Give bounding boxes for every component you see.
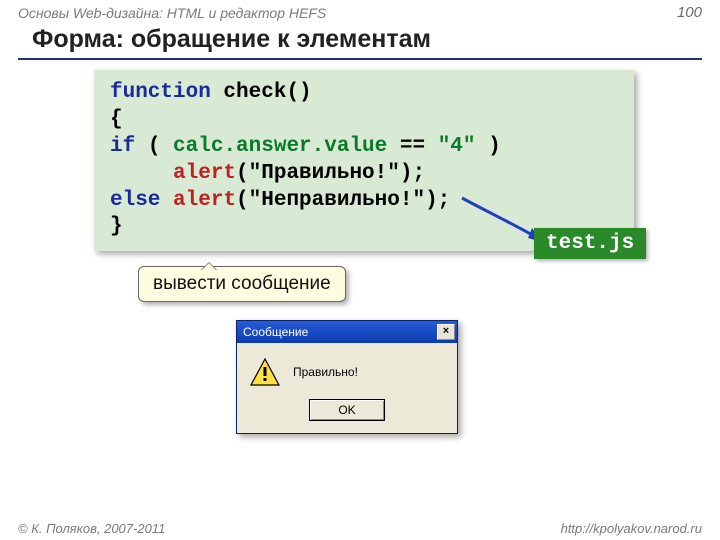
dialog-title: Сообщение: [243, 325, 308, 339]
close-button[interactable]: ×: [437, 324, 455, 340]
code-pad: [110, 162, 173, 185]
dialog-message: Правильно!: [293, 365, 358, 379]
code-fn-alert: alert: [173, 162, 236, 185]
code-kw-if: if: [110, 135, 135, 158]
footer-url: http://kpolyakov.narod.ru: [561, 521, 702, 536]
copyright: © К. Поляков, 2007-2011: [18, 521, 165, 536]
code-kw-else: else: [110, 189, 160, 212]
slide-header: Основы Web-дизайна: HTML и редактор HEFS…: [0, 0, 720, 23]
dialog-buttons: OK: [237, 395, 457, 433]
code-expr: calc.answer.value: [173, 135, 387, 158]
ok-button[interactable]: OK: [309, 399, 385, 421]
code-fn-alert: alert: [173, 189, 236, 212]
code-text: (: [135, 135, 173, 158]
title-underline: [18, 58, 702, 60]
code-text: }: [110, 215, 123, 238]
code-text: ("Правильно!");: [236, 162, 425, 185]
ok-label: OK: [338, 403, 355, 417]
dialog-body: Правильно!: [237, 343, 457, 395]
code-text: {: [110, 108, 123, 131]
dialog-titlebar: Сообщение ×: [237, 321, 457, 343]
close-icon: ×: [443, 325, 449, 337]
code-kw-function: function: [110, 81, 211, 104]
code-string: "4": [438, 135, 476, 158]
filename-text: test.js: [546, 232, 634, 255]
slide-title: Форма: обращение к элементам: [0, 23, 720, 58]
code-block: function check() { if ( calc.answer.valu…: [94, 70, 634, 251]
code-text: ==: [387, 135, 437, 158]
alert-dialog: Сообщение × Правильно! OK: [236, 320, 458, 434]
code-text: check(): [211, 81, 312, 104]
warning-icon: [249, 357, 281, 387]
course-title: Основы Web-дизайна: HTML и редактор HEFS: [18, 5, 326, 21]
code-text: ): [476, 135, 501, 158]
page-number: 100: [677, 4, 702, 21]
callout-text: вывести сообщение: [153, 273, 331, 294]
callout-bubble: вывести сообщение: [138, 266, 346, 302]
slide-footer: © К. Поляков, 2007-2011 http://kpolyakov…: [0, 521, 720, 536]
code-text: [160, 189, 173, 212]
filename-badge: test.js: [534, 228, 646, 259]
code-text: ("Неправильно!");: [236, 189, 450, 212]
